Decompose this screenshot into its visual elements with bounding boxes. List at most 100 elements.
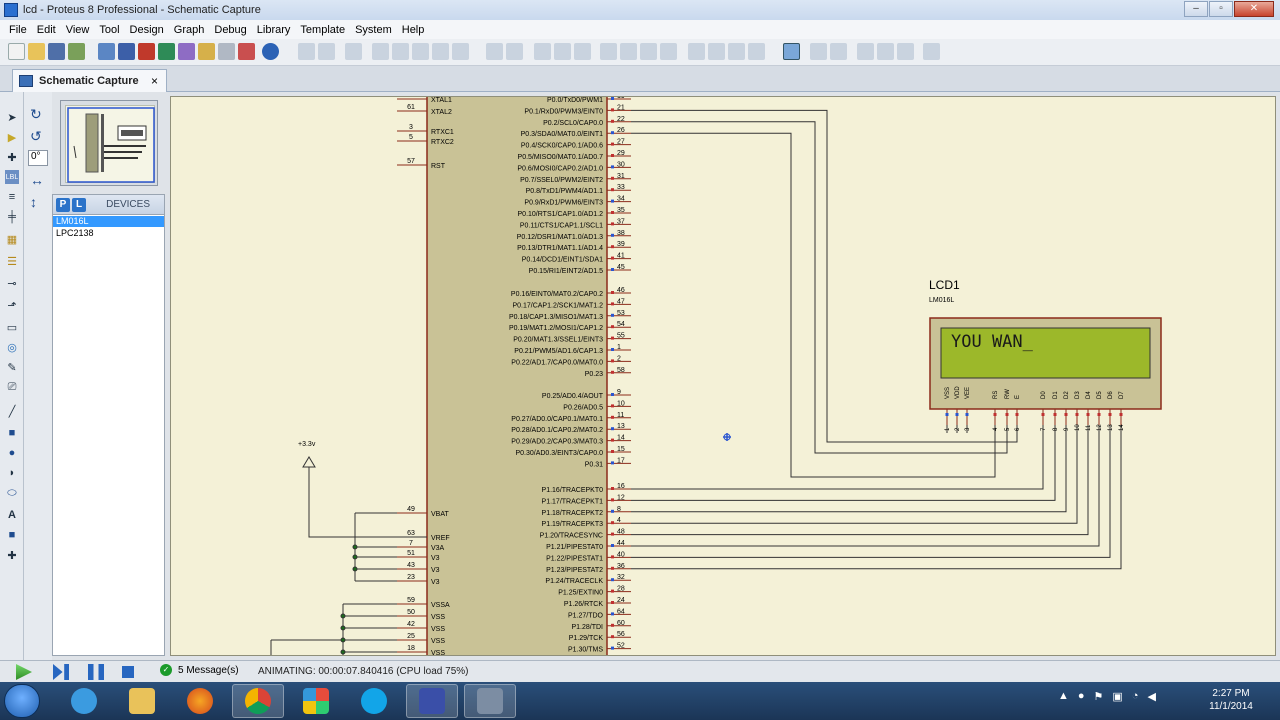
schematic-icon[interactable] bbox=[118, 43, 135, 60]
wire-autorouter-icon[interactable] bbox=[783, 43, 800, 60]
menu-library[interactable]: Library bbox=[252, 24, 296, 36]
device-pins-icon[interactable]: ⊸ bbox=[5, 276, 19, 290]
schematic-drawing[interactable]: XTAL161XTAL23RTXC15RTXC257RST49VBAT63VRE… bbox=[171, 97, 1276, 656]
mirror-x-icon[interactable]: ↔ bbox=[30, 172, 44, 188]
paste-icon[interactable] bbox=[574, 43, 591, 60]
block-copy-icon[interactable] bbox=[600, 43, 617, 60]
rotation-angle-field[interactable]: 0° bbox=[28, 150, 48, 166]
taskbar-visio[interactable] bbox=[406, 684, 458, 718]
close-window-button[interactable]: ✕ bbox=[1234, 1, 1274, 17]
symbol-2d-icon[interactable]: ■ bbox=[5, 528, 19, 542]
open-folder-icon[interactable] bbox=[28, 43, 45, 60]
decompose-icon[interactable] bbox=[748, 43, 765, 60]
source-code-icon[interactable] bbox=[238, 43, 255, 60]
tray-network-status-icon[interactable]: ● bbox=[1078, 690, 1085, 703]
voltage-probe-icon[interactable]: ✎ bbox=[5, 360, 19, 374]
menu-help[interactable]: Help bbox=[397, 24, 430, 36]
component-mode-icon[interactable]: ▶ bbox=[5, 130, 19, 144]
refresh-icon[interactable] bbox=[298, 43, 315, 60]
mirror-y-icon[interactable]: ↕ bbox=[30, 194, 37, 210]
buses-icon[interactable]: ╪ bbox=[5, 210, 19, 224]
virtual-instruments-icon[interactable]: ⎚ bbox=[5, 380, 19, 394]
lcd-module[interactable]: LCD1 LM016L YOU WAN_ VSS 1 VDD 2 VEE 3 RS 4 RW 5 E… bbox=[929, 278, 1162, 431]
arc-2d-icon[interactable]: ◗ bbox=[5, 466, 19, 480]
taskbar-chrome[interactable] bbox=[232, 684, 284, 718]
pcb-layout-icon[interactable] bbox=[138, 43, 155, 60]
bom-icon[interactable] bbox=[198, 43, 215, 60]
zoom-in-icon[interactable] bbox=[392, 43, 409, 60]
schematic-canvas[interactable]: XTAL1 61 XTAL2 3 RTXC1 5 RTXC2 57 RST 49 VBAT 63 VRE… bbox=[170, 96, 1276, 656]
block-delete-icon[interactable] bbox=[660, 43, 677, 60]
play-icon[interactable] bbox=[16, 664, 32, 680]
device-item-lpc2138[interactable]: LPC2138 bbox=[53, 228, 164, 239]
pick-device-icon[interactable] bbox=[688, 43, 705, 60]
block-rotate-icon[interactable] bbox=[640, 43, 657, 60]
start-button[interactable] bbox=[4, 684, 40, 718]
tray-display-icon[interactable]: ▣ bbox=[1112, 690, 1122, 703]
tape-recorder-icon[interactable]: ▭ bbox=[5, 320, 19, 334]
marker-icon[interactable]: ✚ bbox=[5, 548, 19, 562]
search-tag-icon[interactable] bbox=[810, 43, 827, 60]
generator-mode-icon[interactable]: ◎ bbox=[5, 340, 19, 354]
remove-sheet-icon[interactable] bbox=[877, 43, 894, 60]
tray-expand-icon[interactable]: ▲ bbox=[1058, 690, 1069, 703]
home-page-icon[interactable] bbox=[98, 43, 115, 60]
minimize-button[interactable]: – bbox=[1184, 1, 1208, 17]
circle-2d-icon[interactable]: ● bbox=[5, 446, 19, 460]
maximize-button[interactable]: ▫ bbox=[1209, 1, 1233, 17]
package-tool-icon[interactable] bbox=[728, 43, 745, 60]
taskbar-clock[interactable]: 2:27 PM 11/1/2014 bbox=[1196, 687, 1266, 713]
message-indicator[interactable]: ✓ 5 Message(s) bbox=[160, 664, 239, 676]
menu-template[interactable]: Template bbox=[295, 24, 350, 36]
taskbar-firefox[interactable] bbox=[174, 684, 226, 718]
origin-icon[interactable] bbox=[345, 43, 362, 60]
help-icon[interactable] bbox=[262, 43, 279, 60]
graph-mode-icon[interactable]: ⬏ bbox=[5, 298, 19, 312]
pause-icon[interactable] bbox=[88, 664, 104, 680]
save-icon[interactable] bbox=[48, 43, 65, 60]
taskbar-proteus[interactable] bbox=[464, 684, 516, 718]
tray-flag-icon[interactable]: ⚑ bbox=[1094, 690, 1104, 703]
design-explorer-icon[interactable] bbox=[218, 43, 235, 60]
copy-icon[interactable] bbox=[554, 43, 571, 60]
text-2d-icon[interactable]: A bbox=[5, 508, 19, 522]
redo-icon[interactable] bbox=[506, 43, 523, 60]
new-file-icon[interactable] bbox=[8, 43, 25, 60]
line-2d-icon[interactable]: ╱ bbox=[5, 404, 19, 418]
wire-label-icon[interactable]: LBL bbox=[5, 170, 19, 184]
pan-icon[interactable] bbox=[372, 43, 389, 60]
property-assign-icon[interactable] bbox=[830, 43, 847, 60]
netlist-icon[interactable] bbox=[923, 43, 940, 60]
menu-debug[interactable]: Debug bbox=[209, 24, 251, 36]
taskbar-skype[interactable] bbox=[348, 684, 400, 718]
power-terminal[interactable]: +3.3v bbox=[298, 441, 316, 468]
text-script-icon[interactable]: ≡ bbox=[5, 190, 19, 204]
menu-edit[interactable]: Edit bbox=[32, 24, 61, 36]
rotate-anticlockwise-icon[interactable]: ↺ bbox=[30, 128, 42, 145]
library-manager-button[interactable]: L bbox=[72, 197, 86, 212]
menu-file[interactable]: File bbox=[4, 24, 32, 36]
exit-to-parent-icon[interactable] bbox=[897, 43, 914, 60]
zoom-area-icon[interactable] bbox=[452, 43, 469, 60]
new-sheet-icon[interactable] bbox=[857, 43, 874, 60]
tab-close-button[interactable]: × bbox=[151, 74, 158, 88]
selection-mode-icon[interactable]: ➤ bbox=[5, 110, 19, 124]
zoom-out-icon[interactable] bbox=[412, 43, 429, 60]
stop-icon[interactable] bbox=[122, 666, 134, 678]
tray-signal-icon[interactable]: ◔ bbox=[1132, 690, 1139, 703]
box-2d-icon[interactable]: ■ bbox=[5, 426, 19, 440]
make-device-icon[interactable] bbox=[708, 43, 725, 60]
device-item-lm016l[interactable]: LM016L bbox=[53, 216, 164, 227]
cut-icon[interactable] bbox=[534, 43, 551, 60]
taskbar-internet-explorer[interactable] bbox=[58, 684, 110, 718]
taskbar-office[interactable] bbox=[290, 684, 342, 718]
undo-icon[interactable] bbox=[486, 43, 503, 60]
3d-view-icon[interactable] bbox=[158, 43, 175, 60]
overview-window[interactable] bbox=[60, 100, 158, 186]
tray-volume-icon[interactable]: ◀ bbox=[1147, 690, 1155, 703]
rotate-clockwise-icon[interactable]: ↻ bbox=[30, 106, 42, 123]
import-icon[interactable] bbox=[68, 43, 85, 60]
menu-design[interactable]: Design bbox=[125, 24, 169, 36]
menu-view[interactable]: View bbox=[61, 24, 95, 36]
step-icon[interactable] bbox=[53, 664, 69, 680]
